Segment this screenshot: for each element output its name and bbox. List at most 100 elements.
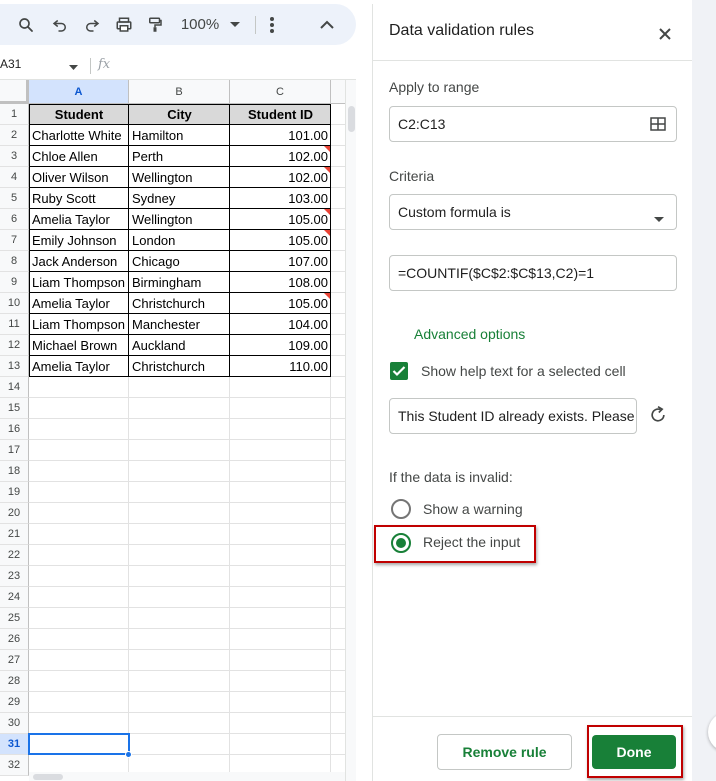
row-header[interactable]: 25 <box>0 608 29 629</box>
row-header[interactable]: 16 <box>0 419 29 440</box>
zoom-dropdown-icon[interactable] <box>227 4 243 45</box>
horizontal-scroll-thumb[interactable] <box>33 774 63 780</box>
student-id-cell[interactable]: 103.00 <box>230 188 331 209</box>
fill-handle[interactable] <box>125 751 132 758</box>
row-header[interactable]: 22 <box>0 545 29 566</box>
formula-input[interactable]: =COUNTIF($C$2:$C$13,C2)=1 <box>389 255 677 291</box>
row-header[interactable]: 6 <box>0 209 29 230</box>
city-cell[interactable]: Wellington <box>129 167 230 188</box>
reset-help-text-icon[interactable] <box>647 404 669 426</box>
row-header[interactable]: 20 <box>0 503 29 524</box>
table-header-cell[interactable]: Student <box>29 104 129 125</box>
selected-cell[interactable] <box>28 733 130 755</box>
more-vert-icon[interactable] <box>262 4 282 45</box>
row-header[interactable]: 23 <box>0 566 29 587</box>
row-header[interactable]: 27 <box>0 650 29 671</box>
row-header[interactable]: 8 <box>0 251 29 272</box>
city-cell[interactable]: Christchurch <box>129 356 230 377</box>
row-header[interactable]: 18 <box>0 461 29 482</box>
city-cell[interactable]: Sydney <box>129 188 230 209</box>
city-cell[interactable]: Wellington <box>129 209 230 230</box>
city-cell[interactable]: Auckland <box>129 335 230 356</box>
row-header[interactable]: 29 <box>0 692 29 713</box>
row-header[interactable]: 11 <box>0 314 29 335</box>
row-header[interactable]: 12 <box>0 335 29 356</box>
row-header[interactable]: 26 <box>0 629 29 650</box>
city-cell[interactable]: London <box>129 230 230 251</box>
row-header[interactable]: 10 <box>0 293 29 314</box>
student-cell[interactable]: Charlotte White <box>29 125 129 146</box>
row-header[interactable]: 17 <box>0 440 29 461</box>
city-cell[interactable]: Birmingham <box>129 272 230 293</box>
redo-icon[interactable] <box>80 4 104 45</box>
city-cell[interactable]: Christchurch <box>129 293 230 314</box>
table-header-cell[interactable]: Student ID <box>230 104 331 125</box>
city-cell[interactable]: Chicago <box>129 251 230 272</box>
row-header[interactable]: 9 <box>0 272 29 293</box>
horizontal-scrollbar[interactable] <box>29 772 345 781</box>
table-header-cell[interactable]: City <box>129 104 230 125</box>
row-header[interactable]: 19 <box>0 482 29 503</box>
student-cell[interactable]: Liam Thompson <box>29 314 129 335</box>
remove-rule-button[interactable]: Remove rule <box>437 734 572 770</box>
chevron-up-icon[interactable] <box>317 4 337 45</box>
city-cell[interactable]: Perth <box>129 146 230 167</box>
row-header[interactable]: 2 <box>0 125 29 146</box>
column-header-c[interactable]: C <box>230 80 331 104</box>
row-header[interactable]: 21 <box>0 524 29 545</box>
student-cell[interactable]: Michael Brown <box>29 335 129 356</box>
row-header[interactable]: 1 <box>0 104 29 125</box>
student-id-cell[interactable]: 105.00 <box>230 293 331 314</box>
student-cell[interactable]: Emily Johnson <box>29 230 129 251</box>
paint-format-icon[interactable] <box>143 4 167 45</box>
student-cell[interactable]: Liam Thompson <box>29 272 129 293</box>
row-header[interactable]: 15 <box>0 398 29 419</box>
row-header[interactable]: 4 <box>0 167 29 188</box>
row-header[interactable]: 5 <box>0 188 29 209</box>
student-cell[interactable]: Amelia Taylor <box>29 356 129 377</box>
student-cell[interactable]: Ruby Scott <box>29 188 129 209</box>
print-icon[interactable] <box>112 4 136 45</box>
student-id-cell[interactable]: 107.00 <box>230 251 331 272</box>
city-cell[interactable]: Manchester <box>129 314 230 335</box>
student-id-cell[interactable]: 102.00 <box>230 146 331 167</box>
column-header-b[interactable]: B <box>129 80 230 104</box>
column-header-a[interactable]: A <box>29 80 129 104</box>
select-all-corner[interactable] <box>0 80 29 104</box>
row-header[interactable]: 13 <box>0 356 29 377</box>
spreadsheet-grid[interactable]: A B C 1 2 3 4 5 6 7 8 9 10 11 12 13 14 15 16 17 18 19 20 21 22 23… <box>0 80 345 781</box>
name-box[interactable]: A31 <box>0 57 80 75</box>
close-icon[interactable] <box>653 22 677 46</box>
name-box-dropdown-icon[interactable] <box>69 58 78 76</box>
criteria-select[interactable]: Custom formula is <box>389 194 677 230</box>
help-text-input[interactable]: This Student ID already exists. Please <box>389 398 637 434</box>
student-id-cell[interactable]: 102.00 <box>230 167 331 188</box>
zoom-select[interactable]: 100% <box>178 4 222 45</box>
advanced-options-link[interactable]: Advanced options <box>414 326 525 342</box>
student-id-cell[interactable]: 104.00 <box>230 314 331 335</box>
student-id-cell[interactable]: 110.00 <box>230 356 331 377</box>
student-cell[interactable]: Oliver Wilson <box>29 167 129 188</box>
row-header[interactable]: 31 <box>0 734 29 755</box>
city-cell[interactable]: Hamilton <box>129 125 230 146</box>
row-header[interactable]: 14 <box>0 377 29 398</box>
student-id-cell[interactable]: 101.00 <box>230 125 331 146</box>
student-id-cell[interactable]: 108.00 <box>230 272 331 293</box>
criteria-dropdown-icon[interactable] <box>654 210 664 226</box>
student-cell[interactable]: Amelia Taylor <box>29 209 129 230</box>
row-header[interactable]: 32 <box>0 755 29 776</box>
show-warning-radio[interactable] <box>391 499 411 519</box>
vertical-scroll-thumb[interactable] <box>348 106 355 132</box>
row-header[interactable]: 30 <box>0 713 29 734</box>
student-cell[interactable]: Jack Anderson <box>29 251 129 272</box>
row-header[interactable]: 28 <box>0 671 29 692</box>
row-header[interactable]: 24 <box>0 587 29 608</box>
student-cell[interactable]: Amelia Taylor <box>29 293 129 314</box>
student-id-cell[interactable]: 109.00 <box>230 335 331 356</box>
vertical-scrollbar[interactable] <box>345 80 356 781</box>
student-id-cell[interactable]: 105.00 <box>230 230 331 251</box>
row-header[interactable]: 7 <box>0 230 29 251</box>
student-cell[interactable]: Chloe Allen <box>29 146 129 167</box>
grid-select-icon[interactable] <box>650 117 666 134</box>
search-icon[interactable] <box>14 4 38 45</box>
